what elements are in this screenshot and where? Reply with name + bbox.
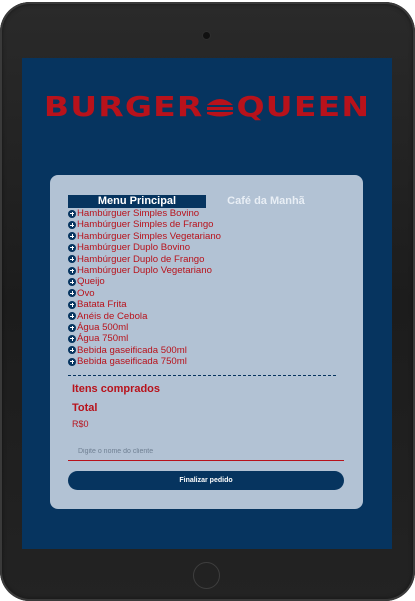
menu-item-label: Hambúrguer Simples de Frango [77, 219, 214, 231]
add-item-icon[interactable] [68, 346, 76, 355]
menu-item[interactable]: Hambúrguer Duplo Bovino [68, 242, 221, 253]
add-item-icon[interactable] [68, 232, 76, 241]
add-item-icon[interactable] [68, 278, 76, 287]
menu-item[interactable]: Hambúrguer Simples Bovino [68, 208, 221, 219]
menu-item[interactable]: Batata Frita [68, 299, 221, 310]
menu-item-label: Ovo [77, 287, 95, 299]
tablet-frame: BURGER QUEEN Menu Principal Café da Manh… [0, 2, 415, 601]
total-label: Total [72, 402, 98, 414]
divider [68, 375, 336, 376]
logo-text-left: BURGER [43, 90, 204, 123]
menu-item[interactable]: Água 750ml [68, 333, 221, 344]
add-item-icon[interactable] [68, 300, 76, 309]
menu-item[interactable]: Hambúrguer Duplo de Frango [68, 254, 221, 265]
menu-item-label: Água 750ml [77, 333, 129, 345]
tab-breakfast[interactable]: Café da Manhã [216, 195, 316, 208]
menu-item[interactable]: Hambúrguer Duplo Vegetariano [68, 265, 221, 276]
camera-icon [203, 32, 210, 39]
menu-item-label: Água 500ml [77, 321, 129, 333]
total-value: R$0 [72, 419, 89, 429]
menu-item-label: Hambúrguer Duplo de Frango [77, 253, 205, 265]
app-screen: BURGER QUEEN Menu Principal Café da Manh… [22, 58, 392, 549]
menu-item-label: Anéis de Cebola [77, 310, 148, 322]
menu-item[interactable]: Bebida gaseificada 500ml [68, 345, 221, 356]
logo-text-right: QUEEN [236, 90, 371, 123]
menu-list: Hambúrguer Simples Bovino Hambúrguer Simp… [68, 208, 221, 367]
add-item-icon[interactable] [68, 289, 76, 298]
menu-item[interactable]: Água 500ml [68, 322, 221, 333]
add-item-icon[interactable] [68, 243, 76, 252]
burger-icon [207, 98, 233, 116]
order-card: Menu Principal Café da Manhã Hambúrguer … [50, 175, 363, 509]
menu-item-label: Hambúrguer Simples Vegetariano [77, 230, 221, 242]
tab-main-menu[interactable]: Menu Principal [68, 195, 206, 208]
menu-item-label: Hambúrguer Duplo Bovino [77, 242, 191, 254]
menu-item-label: Hambúrguer Simples Bovino [77, 208, 200, 219]
finish-order-button[interactable]: Finalizar pedido [68, 471, 344, 490]
menu-item[interactable]: Bebida gaseificada 750ml [68, 356, 221, 367]
menu-tabs: Menu Principal Café da Manhã [68, 195, 338, 208]
add-item-icon[interactable] [68, 323, 76, 332]
home-button[interactable] [193, 562, 220, 589]
menu-item[interactable]: Hambúrguer Simples de Frango [68, 219, 221, 230]
add-item-icon[interactable] [68, 255, 76, 264]
menu-item-label: Hambúrguer Duplo Vegetariano [77, 264, 212, 276]
add-item-icon[interactable] [68, 312, 76, 321]
add-item-icon[interactable] [68, 221, 76, 230]
menu-item[interactable]: Hambúrguer Simples Vegetariano [68, 231, 221, 242]
menu-item-label: Bebida gaseificada 500ml [77, 344, 187, 356]
brand-logo: BURGER QUEEN [22, 90, 392, 123]
menu-item[interactable]: Ovo [68, 288, 221, 299]
menu-item-label: Batata Frita [77, 299, 127, 311]
add-item-icon[interactable] [68, 357, 76, 366]
menu-item[interactable]: Queijo [68, 276, 221, 287]
add-item-icon[interactable] [68, 266, 76, 275]
purchased-items-title: Itens comprados [72, 383, 161, 395]
menu-item-label: Bebida gaseificada 750ml [77, 356, 187, 368]
menu-item[interactable]: Anéis de Cebola [68, 311, 221, 322]
client-name-input[interactable] [68, 443, 344, 461]
menu-item-label: Queijo [77, 276, 105, 288]
add-item-icon[interactable] [68, 209, 76, 218]
add-item-icon[interactable] [68, 334, 76, 343]
